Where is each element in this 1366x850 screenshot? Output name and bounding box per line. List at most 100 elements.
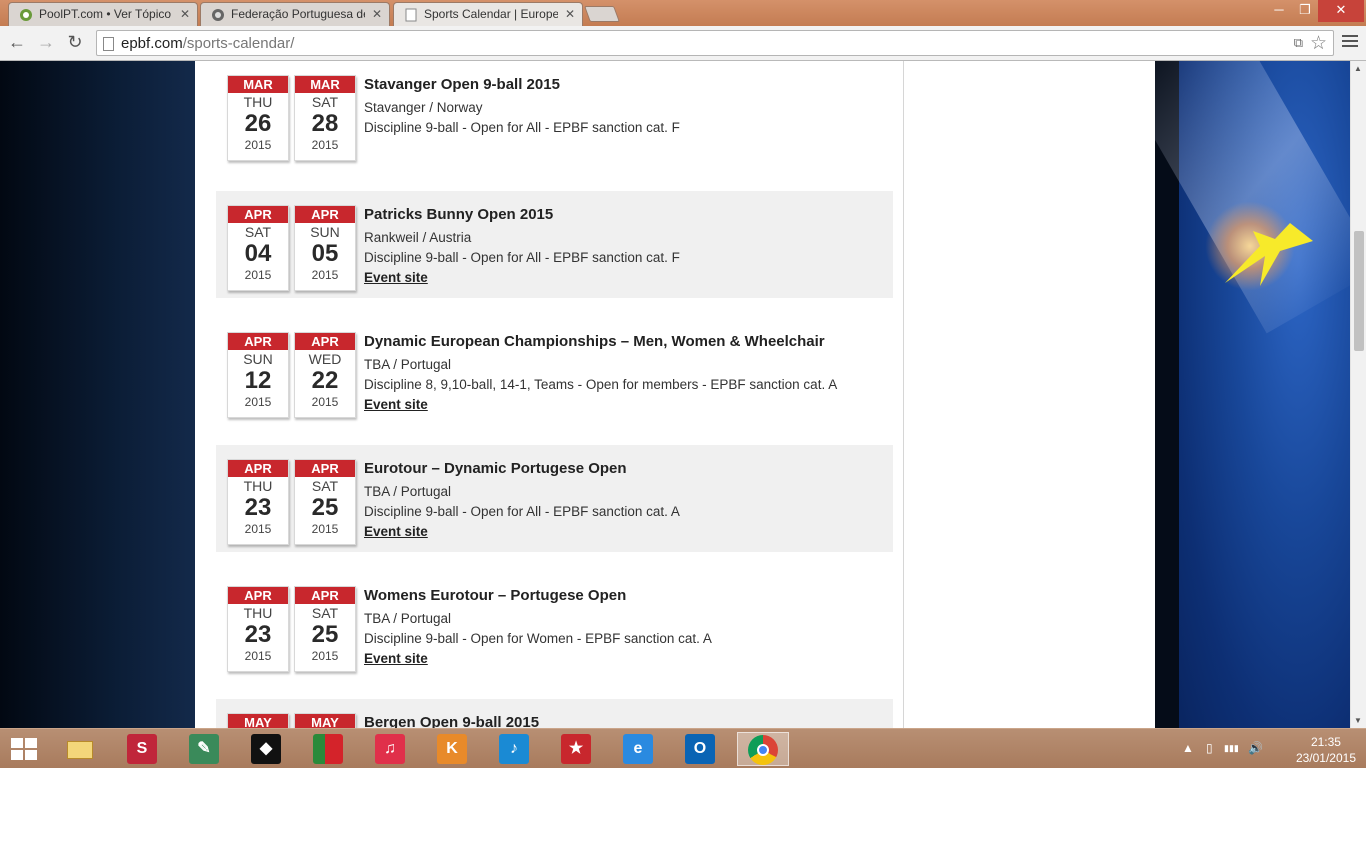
event-item: APR SUN 12 2015 APR WED 22 2015 Dynamic …: [216, 318, 893, 425]
event-item: APR THU 23 2015 APR SAT 25 2015 Eurotour…: [216, 445, 893, 552]
end-day: 25: [311, 494, 339, 521]
taskbar-app[interactable]: O: [675, 732, 727, 766]
start-month: APR: [228, 460, 288, 477]
taskbar-app[interactable]: [55, 732, 107, 766]
end-weekday: SAT: [311, 605, 339, 621]
event-title: Bergen Open 9-ball 2015: [364, 714, 540, 728]
tab-label: Sports Calendar | Europea: [424, 7, 558, 21]
taskbar-app[interactable]: ★: [551, 732, 603, 766]
start-day: 23: [244, 621, 272, 648]
scroll-up-arrow-icon[interactable]: ▲: [1354, 64, 1362, 73]
end-month: MAR: [295, 76, 355, 93]
event-item: APR THU 23 2015 APR SAT 25 2015 Womens E…: [216, 572, 893, 679]
event-discipline: Discipline 8, 9,10-ball, 14-1, Teams - O…: [364, 377, 838, 392]
chrome-icon: [748, 735, 778, 765]
event-site-link[interactable]: Event site: [364, 397, 428, 412]
tray-expand-icon[interactable]: ▲: [1182, 741, 1194, 755]
start-year: 2015: [244, 138, 272, 152]
poolpt-favicon-icon: [19, 8, 33, 22]
start-month: APR: [228, 333, 288, 350]
tab-sports-calendar[interactable]: Sports Calendar | Europea ✕: [393, 2, 583, 26]
reload-icon[interactable]: ↻: [64, 33, 86, 53]
event-item: APR SAT 04 2015 APR SUN 05 2015 Patricks…: [216, 191, 893, 298]
system-clock[interactable]: 21:35 23/01/2015: [1296, 734, 1356, 766]
event-site-link[interactable]: Event site: [364, 651, 428, 666]
taskbar-app[interactable]: ♫: [365, 732, 417, 766]
signal-icon[interactable]: ▮▮▮: [1224, 743, 1239, 754]
window-close-button[interactable]: ✕: [1318, 0, 1364, 22]
event-discipline: Discipline 9-ball - Open for All - EPBF …: [364, 250, 680, 265]
event-title: Stavanger Open 9-ball 2015: [364, 76, 560, 93]
tab-close-icon[interactable]: ✕: [180, 7, 190, 21]
page-scrollbar[interactable]: ▲ ▼: [1350, 61, 1366, 728]
forward-arrow-icon[interactable]: →: [35, 33, 57, 53]
volume-icon[interactable]: 🔊: [1248, 741, 1263, 755]
url-text[interactable]: epbf.com/sports-calendar/: [121, 35, 294, 52]
page-icon: [103, 37, 114, 51]
start-weekday: THU: [243, 94, 273, 110]
event-site-link[interactable]: Event site: [364, 270, 428, 285]
taskbar-app[interactable]: ◆: [241, 732, 293, 766]
outlook-icon: O: [685, 734, 715, 764]
back-arrow-icon[interactable]: ←: [6, 33, 28, 53]
end-date-box: APR WED 22 2015: [294, 332, 356, 418]
clock-time: 21:35: [1310, 735, 1341, 749]
taskbar-app[interactable]: [303, 732, 355, 766]
event-title: Womens Eurotour – Portugese Open: [364, 587, 627, 604]
media-app-icon: ✎: [189, 734, 219, 764]
start-day: 26: [244, 110, 272, 137]
sidebar-divider: [903, 61, 904, 728]
bookmark-star-icon[interactable]: ☆: [1310, 32, 1327, 55]
windows-taskbar: S ✎ ◆ ♫ K ♪ ★ e O ▲ ▯ ▮▮▮ 🔊 21:35 23/01/2015: [0, 728, 1366, 768]
start-date-box: MAR THU 26 2015: [227, 75, 289, 161]
end-month: APR: [295, 460, 355, 477]
end-year: 2015: [311, 268, 339, 282]
music-app-icon: ♪: [499, 734, 529, 764]
scroll-down-arrow-icon[interactable]: ▼: [1354, 716, 1362, 725]
taskbar-app[interactable]: S: [117, 732, 169, 766]
taskbar-app[interactable]: K: [427, 732, 479, 766]
tab-label: Federação Portuguesa de: [231, 7, 365, 21]
minimize-button[interactable]: ─: [1266, 0, 1292, 22]
scrollbar-thumb[interactable]: [1354, 231, 1364, 351]
start-weekday: THU: [243, 605, 273, 621]
maximize-button[interactable]: ❐: [1292, 0, 1318, 22]
start-year: 2015: [244, 395, 272, 409]
tab-label: PoolPT.com • Ver Tópico: [39, 7, 172, 21]
event-site-link[interactable]: Event site: [364, 524, 428, 539]
taskbar-app[interactable]: ✎: [179, 732, 231, 766]
battery-icon[interactable]: ▯: [1206, 741, 1213, 755]
start-date-box: MAY: [227, 713, 289, 728]
end-date-box: APR SAT 25 2015: [294, 586, 356, 672]
taskbar-app[interactable]: ♪: [489, 732, 541, 766]
page-viewport: MAR THU 26 2015 MAR SAT 28 2015 Stavange…: [0, 61, 1350, 728]
start-month: APR: [228, 587, 288, 604]
taskbar-app[interactable]: [737, 732, 789, 766]
end-year: 2015: [311, 649, 339, 663]
steam-like-app-icon: S: [127, 734, 157, 764]
system-tray: ▲ ▯ ▮▮▮ 🔊 21:35 23/01/2015: [1176, 729, 1366, 769]
browser-toolbar: ← → ↻ epbf.com/sports-calendar/ ⧉ ☆: [0, 26, 1366, 61]
event-title: Dynamic European Championships – Men, Wo…: [364, 333, 825, 350]
end-year: 2015: [311, 138, 339, 152]
end-month: APR: [295, 587, 355, 604]
start-day: 23: [244, 494, 272, 521]
address-bar[interactable]: epbf.com/sports-calendar/ ⧉ ☆: [96, 30, 1334, 56]
start-weekday: THU: [243, 478, 273, 494]
start-year: 2015: [244, 649, 272, 663]
new-tab-button[interactable]: [584, 6, 620, 22]
browser-menu-icon[interactable]: [1342, 35, 1358, 49]
tab-poolpt[interactable]: PoolPT.com • Ver Tópico ✕: [8, 2, 198, 26]
taskbar-app[interactable]: e: [613, 732, 665, 766]
tab-federacao[interactable]: Federação Portuguesa de ✕: [200, 2, 390, 26]
event-item: MAR THU 26 2015 MAR SAT 28 2015 Stavange…: [216, 61, 893, 168]
tab-close-icon[interactable]: ✕: [372, 7, 382, 21]
start-date-box: APR THU 23 2015: [227, 586, 289, 672]
translate-icon[interactable]: ⧉: [1294, 35, 1303, 51]
tab-close-icon[interactable]: ✕: [565, 7, 575, 21]
start-year: 2015: [244, 268, 272, 282]
windows-start-icon[interactable]: [11, 738, 39, 762]
end-year: 2015: [311, 522, 339, 536]
event-location: TBA / Portugal: [364, 357, 452, 372]
start-year: 2015: [244, 522, 272, 536]
